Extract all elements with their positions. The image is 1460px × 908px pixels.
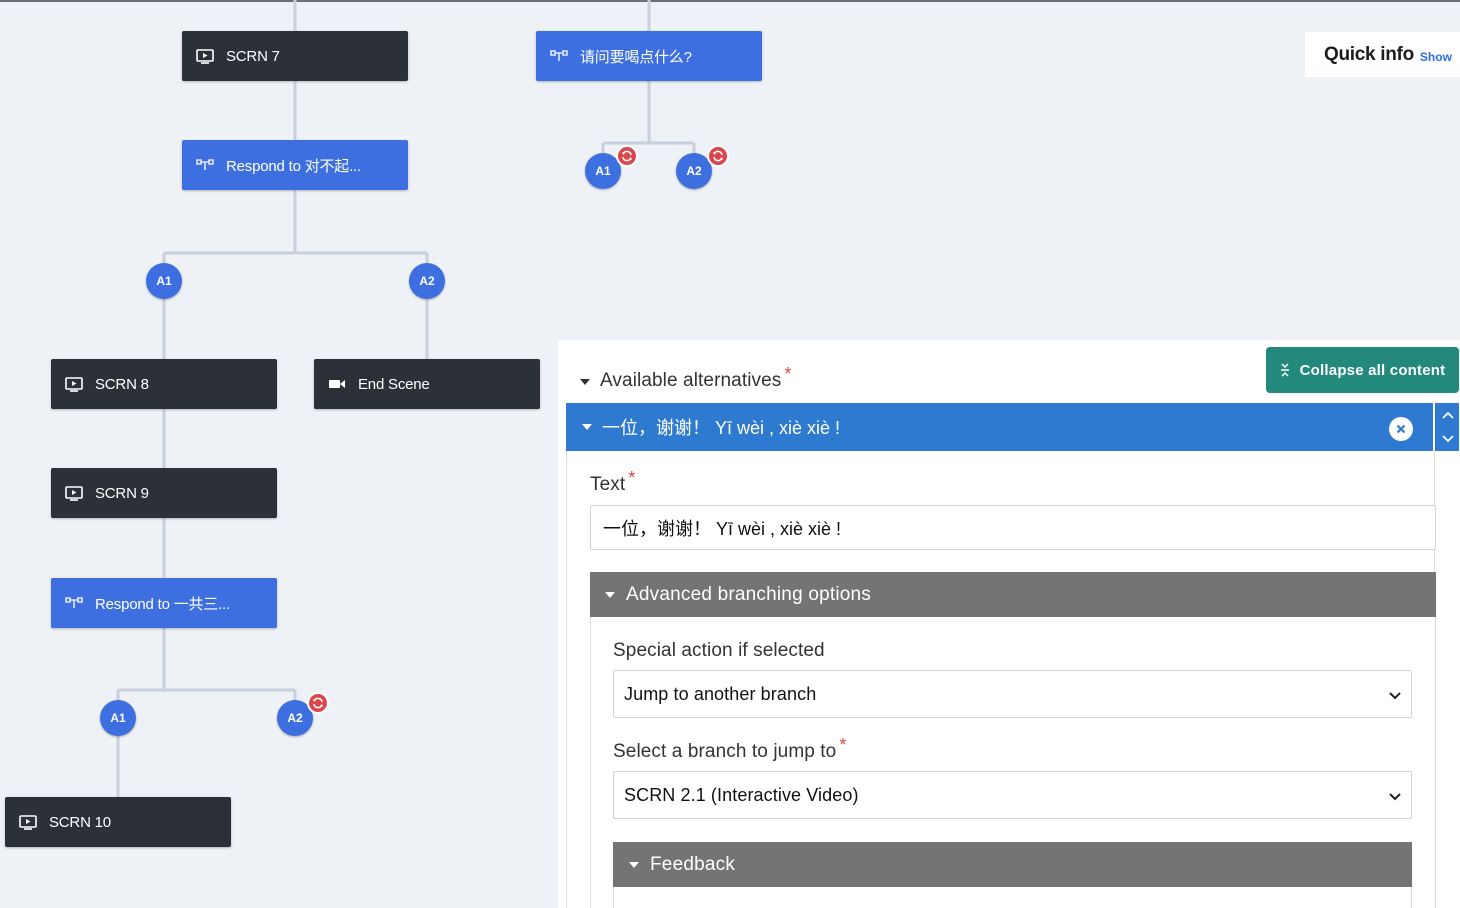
branching-question-icon bbox=[196, 157, 216, 173]
text-label: Text bbox=[590, 474, 626, 495]
alternative-item-title: 一位，谢谢！ Yī wèi , xiè xiè ! bbox=[602, 418, 841, 438]
video-camera-icon bbox=[328, 376, 348, 392]
quick-info-show-link[interactable]: Show bbox=[1420, 50, 1452, 64]
collapse-icon bbox=[1280, 363, 1290, 377]
quick-info-title: Quick info bbox=[1324, 43, 1414, 65]
node-label: SCRN 9 bbox=[95, 484, 149, 502]
branching-question-icon bbox=[65, 595, 85, 611]
alternative-item-header[interactable]: 一位，谢谢！ Yī wèi , xiè xiè ! bbox=[566, 403, 1433, 451]
node-label: SCRN 10 bbox=[49, 813, 111, 831]
special-action-select[interactable]: Jump to another branch bbox=[613, 670, 1412, 718]
node-label: Respond to 对不起... bbox=[226, 157, 361, 175]
alternative-a1[interactable]: A1 bbox=[100, 700, 136, 736]
available-alternatives-heading[interactable]: Available alternatives * bbox=[580, 364, 792, 392]
alternative-label: A2 bbox=[686, 164, 702, 178]
collapse-all-label: Collapse all content bbox=[1299, 361, 1446, 379]
alternative-label: A1 bbox=[595, 164, 611, 178]
alternative-label: A2 bbox=[287, 711, 303, 725]
collapse-all-button[interactable]: Collapse all content bbox=[1266, 347, 1459, 393]
alternative-a1[interactable]: A1 bbox=[146, 263, 182, 299]
text-input-value: 一位，谢谢！ Yī wèi , xiè xiè ! bbox=[603, 518, 842, 539]
screen-icon bbox=[65, 376, 85, 392]
node-scrn-8[interactable]: SCRN 8 bbox=[51, 359, 277, 409]
node-label: End Scene bbox=[358, 375, 430, 393]
alternative-label: A1 bbox=[110, 711, 126, 725]
screen-icon bbox=[196, 48, 216, 64]
chevron-down-icon bbox=[1389, 684, 1401, 705]
top-border bbox=[0, 0, 1460, 2]
required-mark: * bbox=[628, 467, 636, 488]
required-mark: * bbox=[784, 363, 792, 384]
available-alternatives-label: Available alternatives bbox=[600, 370, 782, 391]
node-respond-1[interactable]: Respond to 对不起... bbox=[182, 140, 408, 190]
node-label: SCRN 8 bbox=[95, 375, 149, 393]
loop-icon bbox=[616, 145, 638, 167]
loop-icon bbox=[707, 145, 729, 167]
caret-down-icon bbox=[605, 591, 615, 598]
special-action-text: Special action if selected bbox=[613, 640, 825, 661]
caret-down-icon bbox=[582, 424, 592, 430]
special-action-value: Jump to another branch bbox=[624, 683, 817, 704]
move-up-icon[interactable] bbox=[1441, 411, 1454, 419]
node-scrn-10[interactable]: SCRN 10 bbox=[5, 797, 231, 847]
screen-icon bbox=[19, 814, 39, 830]
branching-question-icon bbox=[550, 48, 570, 64]
node-label: 请问要喝点什么? bbox=[580, 48, 692, 66]
remove-icon[interactable] bbox=[1389, 417, 1413, 441]
branch-select-value: SCRN 2.1 (Interactive Video) bbox=[624, 784, 859, 805]
screen-icon bbox=[65, 485, 85, 501]
quick-info: Quick info Show bbox=[1305, 32, 1460, 77]
node-label: Respond to 一共三... bbox=[95, 595, 230, 613]
node-end-scene[interactable]: End Scene bbox=[314, 359, 540, 409]
advanced-branching-header[interactable]: Advanced branching options bbox=[590, 572, 1436, 617]
node-question[interactable]: 请问要喝点什么? bbox=[536, 31, 762, 81]
feedback-label: Feedback bbox=[650, 853, 736, 875]
text-input[interactable]: 一位，谢谢！ Yī wèi , xiè xiè ! bbox=[590, 505, 1436, 550]
node-scrn-9[interactable]: SCRN 9 bbox=[51, 468, 277, 518]
node-scrn-7[interactable]: SCRN 7 bbox=[182, 31, 408, 81]
branch-select[interactable]: SCRN 2.1 (Interactive Video) bbox=[613, 771, 1412, 819]
loop-icon bbox=[307, 692, 329, 714]
caret-down-icon bbox=[629, 861, 639, 868]
feedback-header[interactable]: Feedback bbox=[613, 842, 1412, 887]
text-field-label: Text * bbox=[590, 468, 635, 496]
node-label: SCRN 7 bbox=[226, 47, 280, 65]
branch-label-text: Select a branch to jump to bbox=[613, 741, 837, 762]
branch-label: Select a branch to jump to * bbox=[613, 735, 846, 763]
node-respond-2[interactable]: Respond to 一共三... bbox=[51, 578, 277, 628]
special-action-label: Special action if selected bbox=[613, 640, 825, 662]
alternative-a2[interactable]: A2 bbox=[409, 263, 445, 299]
caret-down-icon bbox=[580, 379, 590, 385]
move-down-icon[interactable] bbox=[1441, 435, 1454, 443]
order-controls bbox=[1435, 403, 1459, 451]
alternative-label: A1 bbox=[156, 274, 172, 288]
required-mark: * bbox=[839, 734, 847, 755]
feedback-body bbox=[613, 887, 1412, 908]
alternative-label: A2 bbox=[419, 274, 435, 288]
chevron-down-icon bbox=[1389, 785, 1401, 806]
advanced-branching-label: Advanced branching options bbox=[626, 583, 871, 605]
